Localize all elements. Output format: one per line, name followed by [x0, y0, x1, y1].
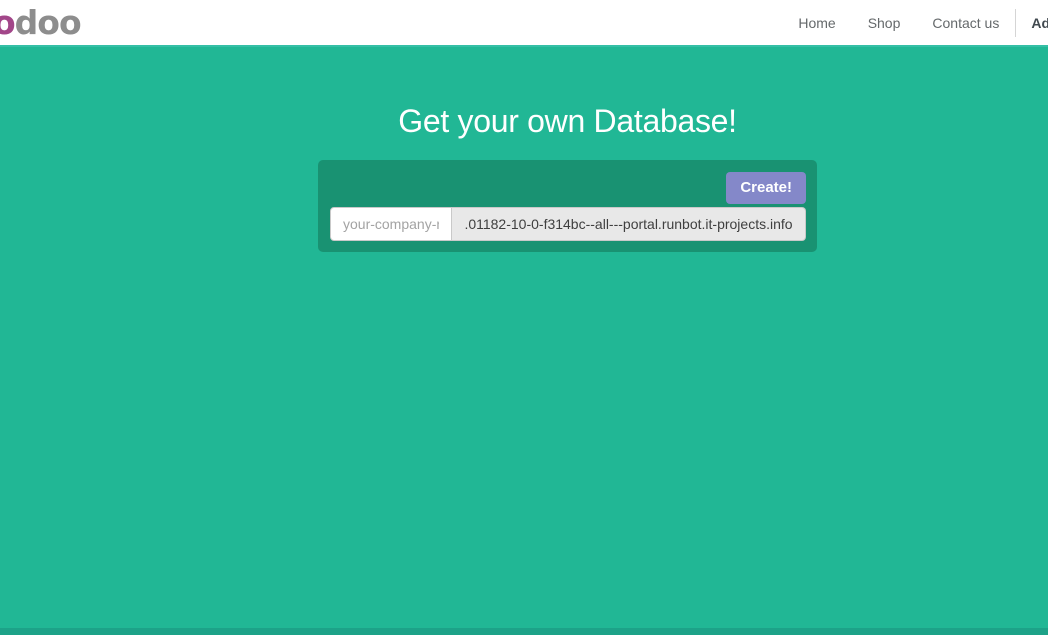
header: odoo Home Shop Contact us Ad	[0, 0, 1048, 47]
nav-divider	[1015, 9, 1016, 37]
main-nav: Home Shop Contact us Ad	[766, 0, 1048, 45]
page-title: Get your own Database!	[318, 103, 817, 140]
database-name-input[interactable]	[330, 207, 452, 241]
page: odoo Home Shop Contact us Ad Get your ow…	[0, 0, 1048, 635]
domain-suffix-addon: .01182-10-0-f314bc--all---portal.runbot.…	[452, 207, 806, 241]
odoo-logo-first-letter: o	[0, 3, 15, 42]
footer-strip	[0, 628, 1048, 635]
panel-button-row: Create!	[330, 172, 806, 204]
nav-item-contact-us[interactable]: Contact us	[932, 15, 999, 31]
database-form-panel: Create! .01182-10-0-f314bc--all---portal…	[318, 160, 817, 252]
nav-item-user-menu[interactable]: Ad	[1031, 15, 1048, 31]
content-column: Get your own Database! Create! .01182-10…	[318, 103, 817, 252]
nav-item-shop[interactable]: Shop	[868, 15, 901, 31]
create-button[interactable]: Create!	[726, 172, 806, 204]
main-content: Get your own Database! Create! .01182-10…	[0, 103, 1048, 635]
odoo-logo-rest: doo	[15, 3, 81, 42]
database-name-input-group: .01182-10-0-f314bc--all---portal.runbot.…	[330, 207, 806, 241]
odoo-logo[interactable]: odoo	[0, 0, 81, 45]
nav-item-home[interactable]: Home	[798, 15, 835, 31]
